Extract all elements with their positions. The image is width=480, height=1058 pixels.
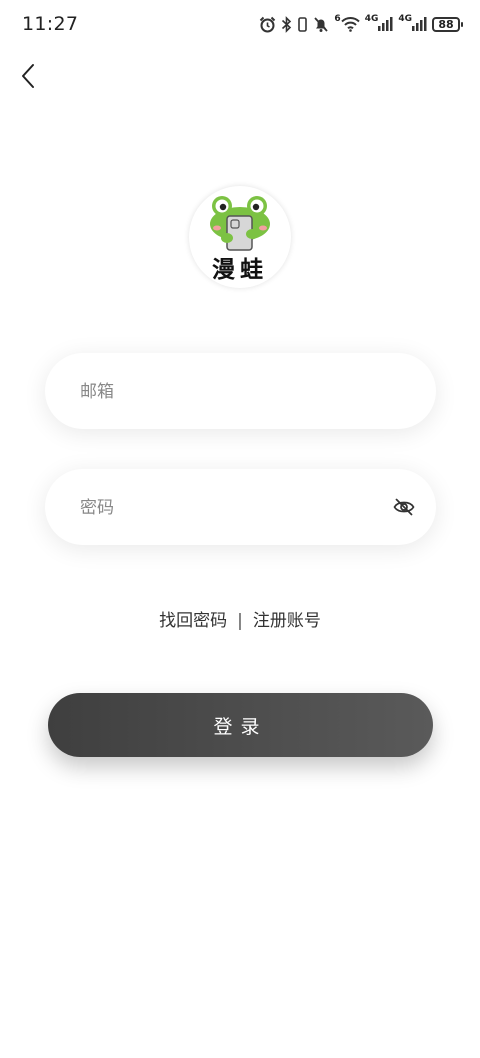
- password-input[interactable]: [78, 469, 382, 547]
- bluetooth-icon: [281, 15, 292, 33]
- vibrate-icon: [297, 16, 308, 33]
- signal-icon: 4G: [364, 14, 394, 31]
- email-input[interactable]: [78, 353, 382, 431]
- logo-text: 漫蛙: [212, 257, 268, 283]
- password-field-container: [45, 469, 436, 547]
- signal-icon-2: 4G: [398, 14, 427, 31]
- register-link[interactable]: 注册账号: [253, 606, 321, 631]
- status-time: 11:27: [22, 13, 79, 35]
- account-links: 找回密码 | 注册账号: [0, 606, 480, 631]
- eye-off-icon: [393, 498, 415, 516]
- login-screen: 11:27 6 4G 4G 88 漫蛙 邮箱 找回密码 | 注册账号 登录: [0, 0, 480, 1058]
- app-logo: 漫蛙: [189, 186, 291, 288]
- password-visibility-toggle[interactable]: [392, 496, 416, 518]
- alarm-icon: [259, 16, 276, 33]
- wifi-icon: 6: [334, 14, 360, 32]
- wifi-badge: 6: [334, 14, 341, 24]
- back-button[interactable]: [12, 60, 44, 92]
- battery-icon: 88: [432, 16, 463, 32]
- login-button[interactable]: 登录: [48, 693, 433, 757]
- back-arrow-icon: [20, 63, 36, 89]
- network-label-2: 4G: [398, 14, 412, 24]
- status-icons: 6 4G 4G 88: [259, 13, 463, 35]
- forgot-password-link[interactable]: 找回密码: [159, 606, 227, 631]
- status-bar: 11:27 6 4G 4G 88: [0, 0, 480, 50]
- link-separator: |: [237, 611, 243, 631]
- bell-mute-icon: [313, 16, 329, 33]
- network-label-1: 4G: [364, 14, 379, 24]
- email-field-container: [45, 353, 436, 431]
